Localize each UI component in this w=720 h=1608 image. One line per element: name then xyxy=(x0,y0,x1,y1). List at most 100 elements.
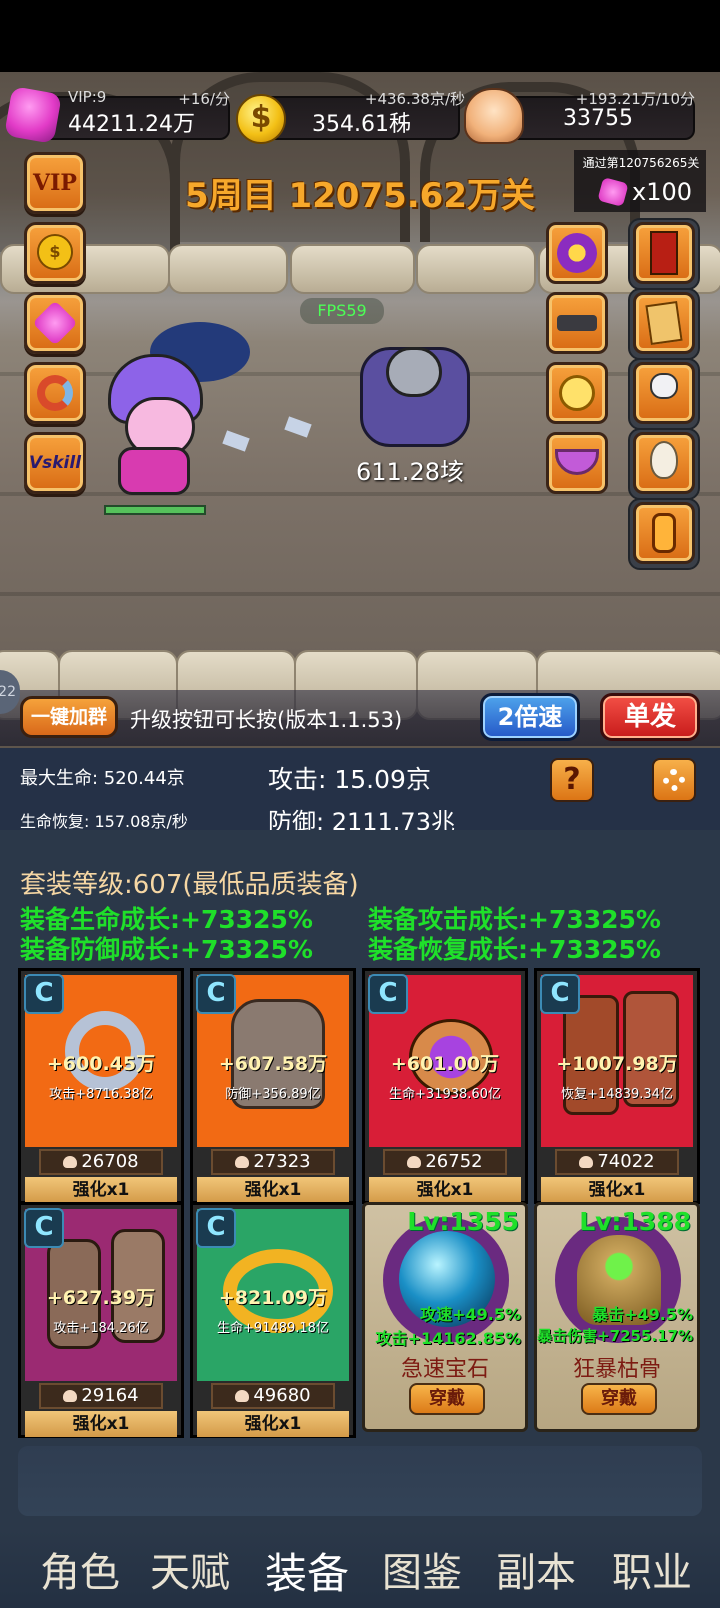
magnet-button[interactable] xyxy=(24,362,86,424)
equipment-card-necklace[interactable]: C +601.00万 生命+31938.60亿 26752 强化x1 xyxy=(362,968,528,1204)
equipment-card-weapon[interactable]: C +600.45万 攻击+8716.38亿 26708 强化x1 xyxy=(18,968,184,1204)
refresh-icon[interactable]: C xyxy=(196,974,236,1014)
gem-name: 急速宝石 xyxy=(400,1357,489,1382)
nav-talent[interactable]: 天赋 xyxy=(150,1540,230,1598)
equipment-sub-stat: 攻击+184.26亿 xyxy=(53,1321,149,1336)
version-hint: 升级按钮可长按(版本1.1.53) xyxy=(130,708,403,732)
stopwatch-button[interactable] xyxy=(546,362,608,424)
equip-gem-button[interactable]: 穿戴 xyxy=(581,1383,657,1415)
cost-value: 26708 xyxy=(81,1151,139,1172)
nav-role[interactable]: 角色 xyxy=(40,1540,120,1598)
upgrade-button[interactable]: 强化x1 xyxy=(197,1411,349,1437)
gem-amount: 44211.24万 xyxy=(68,112,195,137)
skull-icon xyxy=(407,1156,422,1168)
gem-card-speed[interactable]: Lv:1355 攻速+49.5% 攻击+14162.85% 急速宝石 穿戴 xyxy=(362,1202,528,1432)
max-hp-stat: 最大生命: 520.44京 xyxy=(20,768,185,789)
gem-icon xyxy=(32,300,78,346)
vip-button-label: VIP xyxy=(33,170,77,196)
coin-shop-button[interactable]: $ xyxy=(24,222,86,284)
eye-monster-button[interactable] xyxy=(546,222,608,284)
upgrade-cost: 27323 xyxy=(211,1149,335,1175)
vskill-button[interactable]: Vskill xyxy=(24,432,86,494)
nav-class[interactable]: 职业 xyxy=(612,1540,692,1598)
fire-mode-button[interactable]: 单发 xyxy=(600,693,700,741)
robot-button[interactable] xyxy=(633,362,695,424)
vip-level: VIP:9 xyxy=(68,88,107,106)
equipment-card-gloves[interactable]: C +627.39万 攻击+184.26亿 29164 强化x1 xyxy=(18,1202,184,1438)
equipment-bonus: +600.45万 xyxy=(46,1053,156,1075)
red-card-button[interactable] xyxy=(633,222,695,284)
equipment-sub-stat: 恢复+14839.34亿 xyxy=(561,1087,673,1102)
upgrade-button[interactable]: 强化x1 xyxy=(541,1177,693,1203)
coin-icon: $ xyxy=(236,94,286,144)
growth-defense: 装备防御成长:+73325% xyxy=(20,935,313,964)
upgrade-cost: 74022 xyxy=(555,1149,679,1175)
cost-value: 29164 xyxy=(81,1385,139,1406)
help-icon[interactable]: ? xyxy=(550,758,594,802)
equipment-bonus: +601.00万 xyxy=(390,1053,500,1075)
tarot-cards-button[interactable] xyxy=(633,292,695,354)
equipment-card-ring[interactable]: C +821.09万 生命+91489.18亿 49680 强化x1 xyxy=(190,1202,356,1438)
equipment-bonus: +607.58万 xyxy=(218,1053,328,1075)
damage-number: 611.28垓 xyxy=(356,458,464,486)
potion-bowl-button[interactable] xyxy=(546,432,608,494)
fps-counter: FPS59 xyxy=(300,298,384,324)
cards-icon xyxy=(645,300,683,346)
coin-amount: 354.61秭 xyxy=(312,112,411,137)
attack-stat: 攻击: 15.09京 xyxy=(268,765,431,794)
vip-button[interactable]: VIP xyxy=(24,152,86,214)
skull-icon xyxy=(235,1156,250,1168)
equipment-sub-stat: 攻击+8716.38亿 xyxy=(49,1087,153,1102)
settings-button[interactable] xyxy=(652,758,696,802)
gem-shop-button[interactable] xyxy=(24,292,86,354)
hero-health-bar xyxy=(104,505,206,515)
skull-amount: 33755 xyxy=(563,106,633,131)
stopwatch-icon xyxy=(559,375,595,411)
speed-button[interactable]: 2倍速 xyxy=(480,693,580,741)
coin-icon: $ xyxy=(37,234,73,270)
skull-icon xyxy=(63,1390,78,1402)
equipment-bonus: +627.39万 xyxy=(46,1287,156,1309)
nav-equipment[interactable]: 装备 xyxy=(265,1540,349,1601)
refresh-icon[interactable]: C xyxy=(540,974,580,1014)
upgrade-button[interactable]: 强化x1 xyxy=(25,1177,177,1203)
upgrade-button[interactable]: 强化x1 xyxy=(369,1177,521,1203)
settings-icon xyxy=(663,769,685,791)
upgrade-button[interactable]: 强化x1 xyxy=(25,1411,177,1437)
refresh-icon[interactable]: C xyxy=(24,1208,64,1248)
anvil-button[interactable] xyxy=(546,292,608,354)
cost-value: 74022 xyxy=(597,1151,655,1172)
vskill-button-label: Vskill xyxy=(28,453,82,473)
gem-level: Lv:1355 xyxy=(407,1207,519,1236)
robot-icon xyxy=(650,373,678,399)
gem-level: Lv:1388 xyxy=(579,1207,691,1236)
eye-icon xyxy=(557,233,597,273)
gem-card-skull[interactable]: Lv:1388 暴击+49.5% 暴击伤害+7255.17% 狂暴枯骨 穿戴 xyxy=(534,1202,700,1432)
gem-stat-2: 暴击伤害+7255.17% xyxy=(537,1327,693,1345)
set-level: 套装等级:607(最低品质装备) xyxy=(20,870,359,900)
upgrade-cost: 29164 xyxy=(39,1383,163,1409)
card-icon xyxy=(650,231,678,275)
skull-icon xyxy=(464,88,524,144)
equipment-bonus: +1007.98万 xyxy=(556,1053,678,1075)
magnet-icon xyxy=(37,375,73,411)
equip-gem-button[interactable]: 穿戴 xyxy=(409,1383,485,1415)
equipment-card-boots[interactable]: C +1007.98万 恢复+14839.34亿 74022 强化x1 xyxy=(534,968,700,1204)
nav-dungeon[interactable]: 副本 xyxy=(496,1540,576,1598)
egg-button[interactable] xyxy=(633,432,695,494)
panel-footer-decoration xyxy=(18,1446,702,1516)
equipment-card-armor[interactable]: C +607.58万 防御+356.89亿 27323 强化x1 xyxy=(190,968,356,1204)
refresh-icon[interactable]: C xyxy=(196,1208,236,1248)
gem-stat-2: 攻击+14162.85% xyxy=(375,1329,521,1348)
nav-codex[interactable]: 图鉴 xyxy=(382,1540,462,1598)
gem-name: 狂暴枯骨 xyxy=(572,1357,661,1382)
upgrade-button[interactable]: 强化x1 xyxy=(197,1177,349,1203)
gem-icon xyxy=(4,86,62,144)
stage-title: 5周目 12075.62万关 xyxy=(184,176,535,216)
lantern-button[interactable] xyxy=(633,502,695,564)
gem-stat-1: 暴击+49.5% xyxy=(592,1305,693,1324)
pass-reward-amount: x100 xyxy=(632,178,693,206)
refresh-icon[interactable]: C xyxy=(24,974,64,1014)
join-group-button[interactable]: 一键加群 xyxy=(20,696,118,738)
refresh-icon[interactable]: C xyxy=(368,974,408,1014)
